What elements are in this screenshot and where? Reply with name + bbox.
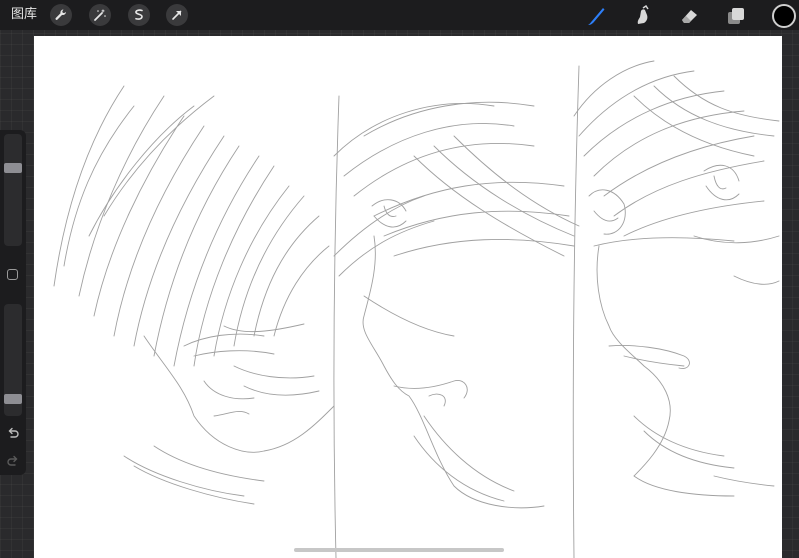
home-indicator[interactable] bbox=[294, 548, 504, 552]
brush-size-slider-thumb[interactable] bbox=[4, 162, 22, 173]
top-toolbar: 图库 bbox=[0, 0, 799, 30]
magic-wand-icon[interactable] bbox=[89, 4, 111, 26]
modifier-square-icon[interactable] bbox=[7, 269, 18, 280]
selection-icon[interactable] bbox=[128, 4, 150, 26]
layers-icon[interactable] bbox=[724, 4, 748, 28]
drawing-canvas[interactable] bbox=[34, 36, 782, 558]
opacity-slider-thumb[interactable] bbox=[4, 393, 22, 404]
transform-arrow-icon[interactable] bbox=[166, 4, 188, 26]
brush-icon[interactable] bbox=[584, 4, 608, 28]
brush-size-slider[interactable] bbox=[4, 134, 22, 246]
wrench-icon[interactable] bbox=[50, 4, 72, 26]
left-sidebar bbox=[0, 130, 26, 475]
gallery-button[interactable]: 图库 bbox=[11, 7, 37, 23]
pencil-sketch-artwork bbox=[53, 60, 780, 558]
opacity-slider[interactable] bbox=[4, 304, 22, 416]
undo-icon[interactable] bbox=[6, 426, 20, 440]
smudge-icon[interactable] bbox=[631, 4, 655, 28]
color-picker-button[interactable] bbox=[772, 4, 796, 28]
eraser-icon[interactable] bbox=[677, 4, 701, 28]
redo-icon[interactable] bbox=[6, 454, 20, 468]
